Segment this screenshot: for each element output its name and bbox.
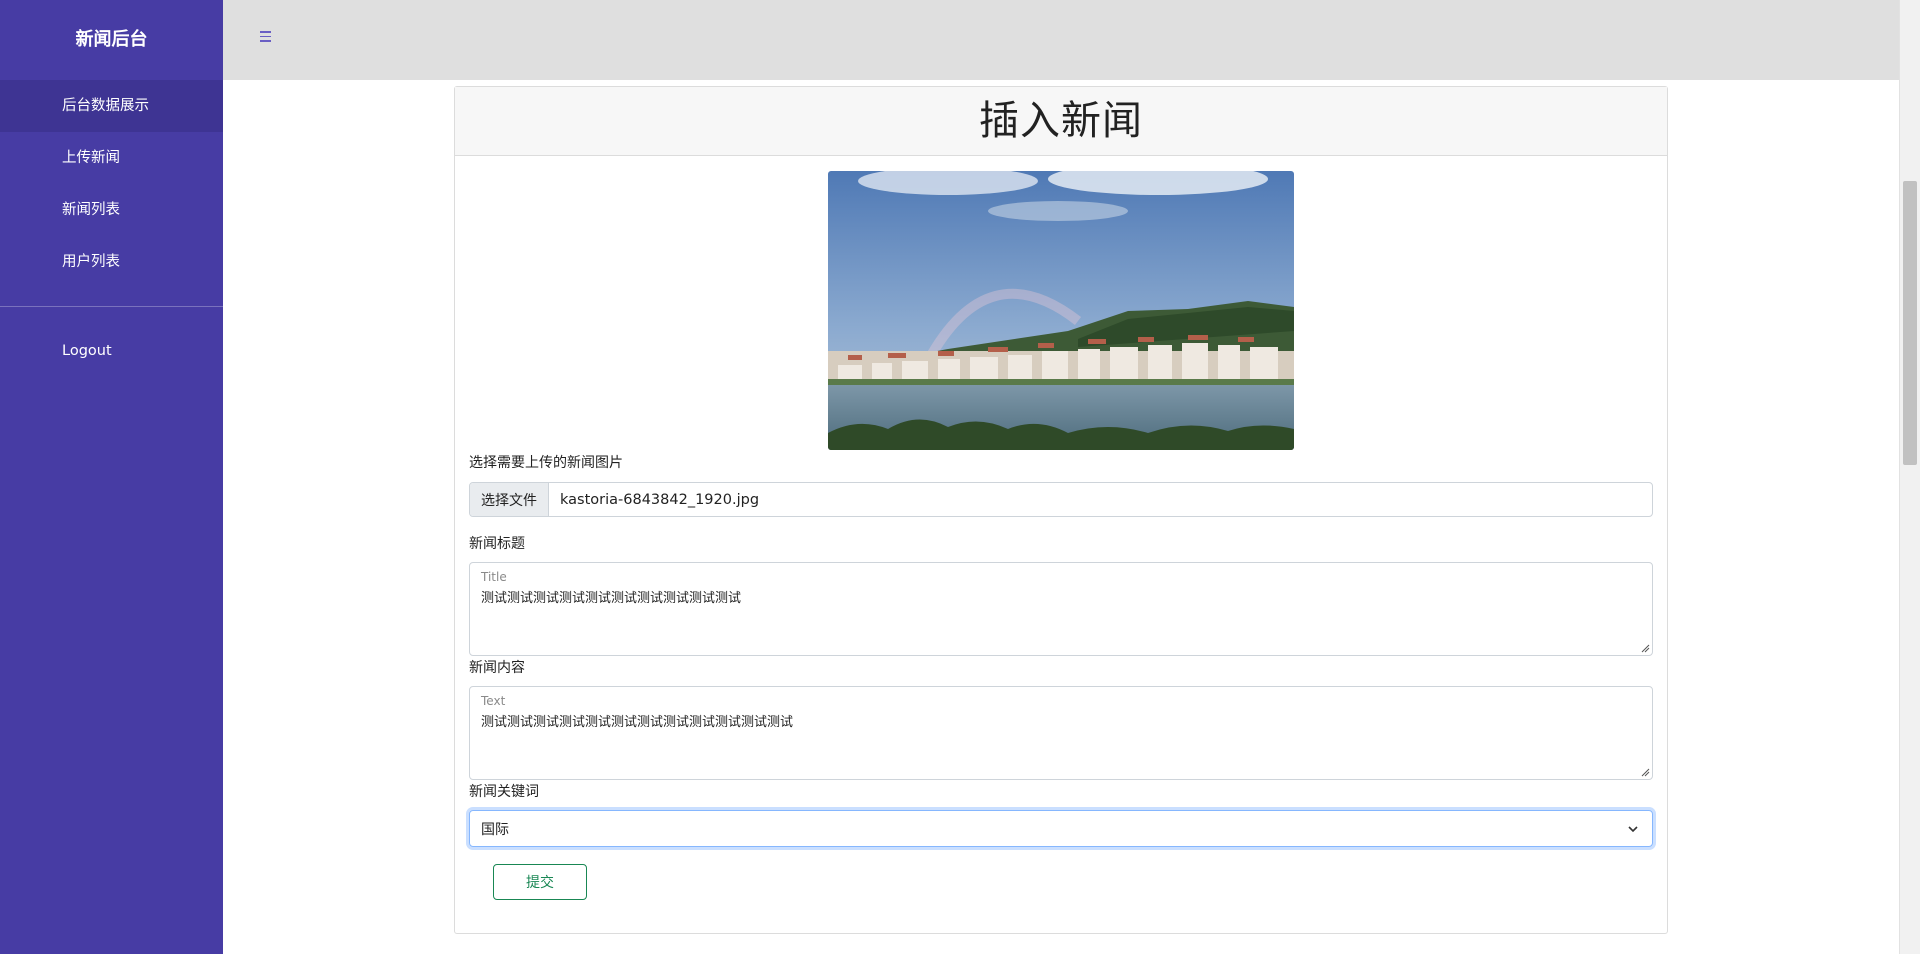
selected-file-name: kastoria-6843842_1920.jpg — [560, 491, 760, 508]
sidebar: 新闻后台 后台数据展示 上传新闻 新闻列表 用户列表 Logout — [0, 0, 223, 954]
resize-handle-icon[interactable] — [1641, 644, 1650, 653]
title-value: 测试测试测试测试测试测试测试测试测试测试 — [481, 591, 742, 606]
keyword-select[interactable]: 国际 — [469, 810, 1653, 847]
news-keyword-label: 新闻关键词 — [469, 784, 539, 800]
brand-title: 新闻后台 — [75, 29, 148, 50]
insert-news-card: 插入新闻 选择需要上传的新闻图片 选择文件 kastoria-6843842_1… — [454, 86, 1668, 934]
content-textarea[interactable]: Text 测试测试测试测试测试测试测试测试测试测试测试测试 — [469, 686, 1653, 780]
news-image-preview — [828, 171, 1294, 450]
title-float-label: Title — [481, 570, 507, 584]
submit-button[interactable]: 提交 — [493, 864, 587, 900]
logout-link[interactable]: Logout — [0, 325, 223, 377]
keyword-selected-value: 国际 — [481, 821, 509, 838]
image-upload-label: 选择需要上传的新闻图片 — [469, 455, 623, 471]
sidebar-nav: 后台数据展示 上传新闻 新闻列表 用户列表 — [0, 80, 223, 288]
page-scrollbar[interactable] — [1899, 0, 1920, 954]
top-bar — [223, 0, 1899, 80]
resize-handle-icon[interactable] — [1641, 768, 1650, 777]
sidebar-item-dashboard[interactable]: 后台数据展示 — [0, 80, 223, 132]
sidebar-item-upload-news[interactable]: 上传新闻 — [0, 132, 223, 184]
sidebar-divider — [0, 306, 223, 307]
content-value: 测试测试测试测试测试测试测试测试测试测试测试测试 — [481, 715, 794, 730]
scrollbar-thumb[interactable] — [1903, 181, 1917, 465]
file-upload-input[interactable]: 选择文件 kastoria-6843842_1920.jpg — [469, 482, 1653, 517]
page-title: 插入新闻 — [455, 87, 1667, 156]
choose-file-button[interactable]: 选择文件 — [470, 483, 549, 516]
sidebar-item-user-list[interactable]: 用户列表 — [0, 236, 223, 288]
title-textarea[interactable]: Title 测试测试测试测试测试测试测试测试测试测试 — [469, 562, 1653, 656]
news-content-label: 新闻内容 — [469, 660, 525, 676]
news-title-label: 新闻标题 — [469, 536, 525, 552]
hamburger-menu-icon[interactable] — [260, 28, 274, 52]
chevron-down-icon — [1628, 826, 1638, 833]
sidebar-item-news-list[interactable]: 新闻列表 — [0, 184, 223, 236]
content-float-label: Text — [481, 694, 506, 708]
